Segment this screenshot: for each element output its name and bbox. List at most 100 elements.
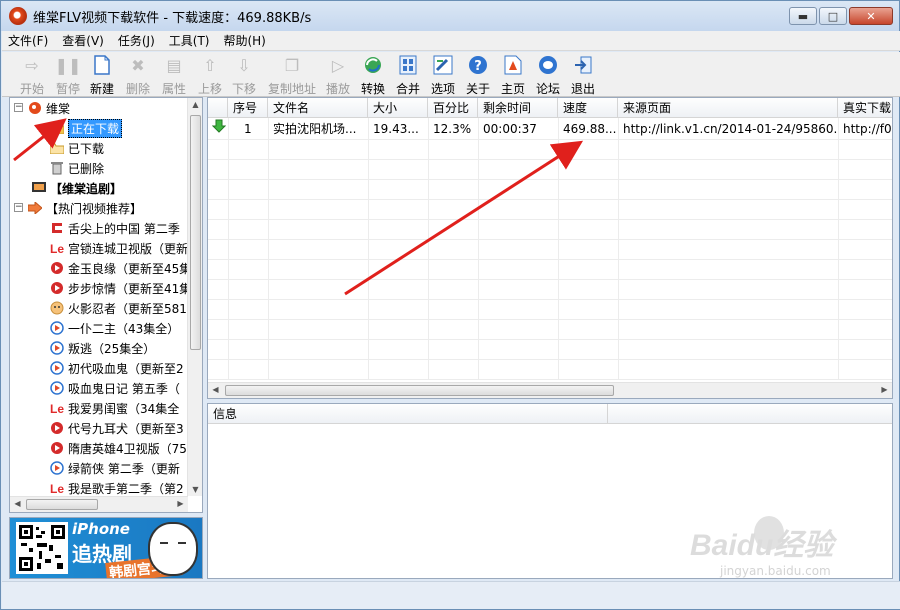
exit-button[interactable]: 退出 [565, 54, 601, 97]
grid-line [208, 159, 892, 160]
column-filename[interactable]: 文件名 [268, 98, 368, 118]
info-column-label[interactable]: 信息 [208, 404, 608, 424]
properties-button[interactable]: ▤ 属性 [156, 54, 192, 97]
column-number[interactable]: 序号 [228, 98, 268, 118]
collapse-toggle[interactable]: − [14, 203, 23, 212]
grid-line [208, 279, 892, 280]
collapse-toggle[interactable]: − [14, 103, 23, 112]
forum-button[interactable]: 论坛 [530, 54, 566, 97]
options-button[interactable]: 选项 [425, 54, 461, 97]
column-percent[interactable]: 百分比 [428, 98, 478, 118]
copy-address-button[interactable]: ❐ 复制地址 [268, 54, 316, 97]
column-status[interactable] [208, 98, 228, 118]
convert-button[interactable]: 转换 [355, 54, 391, 97]
toolbar: ⇨ 开始 ❚❚ 暂停 新建 ✖ 删除 ▤ 属性 ⇧ 上移 ⇩ 下移 ❐ 复制地址… [2, 52, 900, 97]
minimize-button[interactable]: ▬ [789, 7, 817, 25]
tv-icon [32, 181, 46, 195]
svg-text:Le: Le [50, 402, 64, 414]
tree-node-downloading[interactable]: 正在下载 [50, 118, 123, 138]
start-button[interactable]: ⇨ 开始 [14, 54, 50, 97]
about-button[interactable]: ? 关于 [460, 54, 496, 97]
folder-icon [50, 121, 64, 135]
tree-node-downloaded[interactable]: 已下载 [50, 138, 104, 158]
scroll-right-arrow-icon[interactable]: ▶ [877, 385, 892, 394]
scroll-up-arrow-icon[interactable]: ▲ [188, 100, 202, 109]
tree-node-hot-video[interactable]: 吸血鬼日记 第五季（ [50, 378, 180, 398]
delete-button[interactable]: ✖ 删除 [120, 54, 156, 97]
move-down-button[interactable]: ⇩ 下移 [226, 54, 262, 97]
tree-node-root[interactable]: 维棠 [28, 98, 70, 118]
blue-play-icon [50, 361, 64, 375]
qr-code-image [19, 525, 65, 571]
tree-node-hot-video[interactable]: Le 我是歌手第二季（第2 [50, 478, 184, 496]
cell-filename: 实拍沈阳机场... [273, 122, 357, 136]
scroll-right-arrow-icon[interactable]: ▶ [173, 499, 188, 508]
cell-source: http://link.v1.cn/2014-01-24/95860... [623, 122, 838, 136]
tree-node-hot-video[interactable]: 初代吸血鬼（更新至2 [50, 358, 184, 378]
menu-file[interactable]: 文件(F) [2, 32, 54, 49]
merge-label: 合并 [395, 82, 420, 96]
tree-vertical-scrollbar[interactable]: ▲ ▼ [187, 98, 202, 496]
tree-node-deleted[interactable]: 已删除 [50, 158, 104, 178]
list-horizontal-scrollbar[interactable]: ◀ ▶ [208, 382, 892, 398]
tree-node-label: 【热门视频推荐】 [46, 201, 143, 216]
cartoon-face-icon [148, 522, 198, 576]
scroll-left-arrow-icon[interactable]: ◀ [10, 499, 25, 508]
scroll-left-arrow-icon[interactable]: ◀ [208, 385, 223, 394]
column-real-url[interactable]: 真实下载 [838, 98, 892, 118]
tree-node-hot-video[interactable]: 叛逃（25集全） [50, 338, 155, 358]
tree-node-hot-video[interactable]: 绿箭侠 第二季（更新 [50, 458, 180, 478]
tree-node-label: 隋唐英雄4卫视版（75 [68, 441, 187, 456]
tree-node-hot-video[interactable]: 步步惊情（更新至41集 [50, 278, 188, 298]
tree-node-hot-video[interactable]: Le 宫锁连城卫视版（更新 [50, 238, 188, 258]
tree-node-drama[interactable]: 【维棠追剧】 [32, 178, 122, 198]
tree-horizontal-scrollbar[interactable]: ◀ ▶ [10, 496, 188, 512]
scroll-thumb[interactable] [26, 499, 98, 510]
menu-task[interactable]: 任务(J) [112, 32, 161, 49]
close-button[interactable]: ✕ [849, 7, 893, 25]
help-icon: ? [467, 54, 489, 76]
play-button[interactable]: ▷ 播放 [320, 54, 356, 97]
letv-logo-icon: Le [50, 401, 64, 415]
tree-node-label: 初代吸血鬼（更新至2 [68, 361, 184, 376]
scroll-thumb[interactable] [190, 115, 201, 350]
scroll-thumb[interactable] [225, 385, 614, 396]
letv-logo-icon: Le [50, 241, 64, 255]
column-source[interactable]: 来源页面 [618, 98, 838, 118]
scroll-down-arrow-icon[interactable]: ▼ [188, 485, 202, 494]
table-row[interactable]: 1 实拍沈阳机场... 19.43... 12.3% 00:00:37 469.… [208, 119, 892, 139]
forum-icon [537, 54, 559, 76]
menu-help[interactable]: 帮助(H) [217, 32, 271, 49]
homepage-button[interactable]: 主页 [495, 54, 531, 97]
move-down-icon: ⇩ [237, 55, 251, 75]
cell-real-url: http://f0 [843, 122, 892, 136]
maximize-button[interactable]: □ [819, 7, 847, 25]
tree-node-hot-video[interactable]: 一仆二主（43集全） [50, 318, 179, 338]
iphone-ad-banner[interactable]: iPhone 追热剧 韩剧宫斗剧 [9, 517, 203, 579]
grid-line [428, 118, 429, 380]
tree-node-hot-video[interactable]: 代号九耳犬（更新至3 [50, 418, 184, 438]
merge-button[interactable]: 合并 [390, 54, 426, 97]
tree-node-hot-video[interactable]: 隋唐英雄4卫视版（75 [50, 438, 187, 458]
tree-node-hot-video[interactable]: 金玉良缘（更新至45集 [50, 258, 188, 278]
title-bar[interactable]: 维棠FLV视频下载软件 - 下载速度：469.88KB/s ▬ □ ✕ [1, 1, 899, 31]
folder-icon [50, 141, 64, 155]
exit-label: 退出 [570, 82, 595, 96]
letv-logo-icon: Le [50, 481, 64, 495]
column-size[interactable]: 大小 [368, 98, 428, 118]
naruto-icon [50, 301, 64, 315]
tree-node-label: 【维棠追剧】 [50, 181, 123, 196]
tree-node-hot-video[interactable]: Le 我爱男闺蜜（34集全 [50, 398, 179, 418]
grid-line [268, 118, 269, 380]
menu-view[interactable]: 查看(V) [56, 32, 110, 49]
tree-node-hot-video[interactable]: 火影忍者（更新至581 [50, 298, 187, 318]
column-remaining[interactable]: 剩余时间 [478, 98, 558, 118]
pause-button[interactable]: ❚❚ 暂停 [50, 54, 86, 97]
menu-tools[interactable]: 工具(T) [163, 32, 216, 49]
tree-node-hot-video[interactable]: 舌尖上的中国 第二季 [50, 218, 180, 238]
tree-node-hot[interactable]: 【热门视频推荐】 [28, 198, 142, 218]
new-button[interactable]: 新建 [84, 54, 120, 97]
svg-text:Le: Le [50, 242, 64, 254]
column-speed[interactable]: 速度 [558, 98, 618, 118]
move-up-button[interactable]: ⇧ 上移 [192, 54, 228, 97]
